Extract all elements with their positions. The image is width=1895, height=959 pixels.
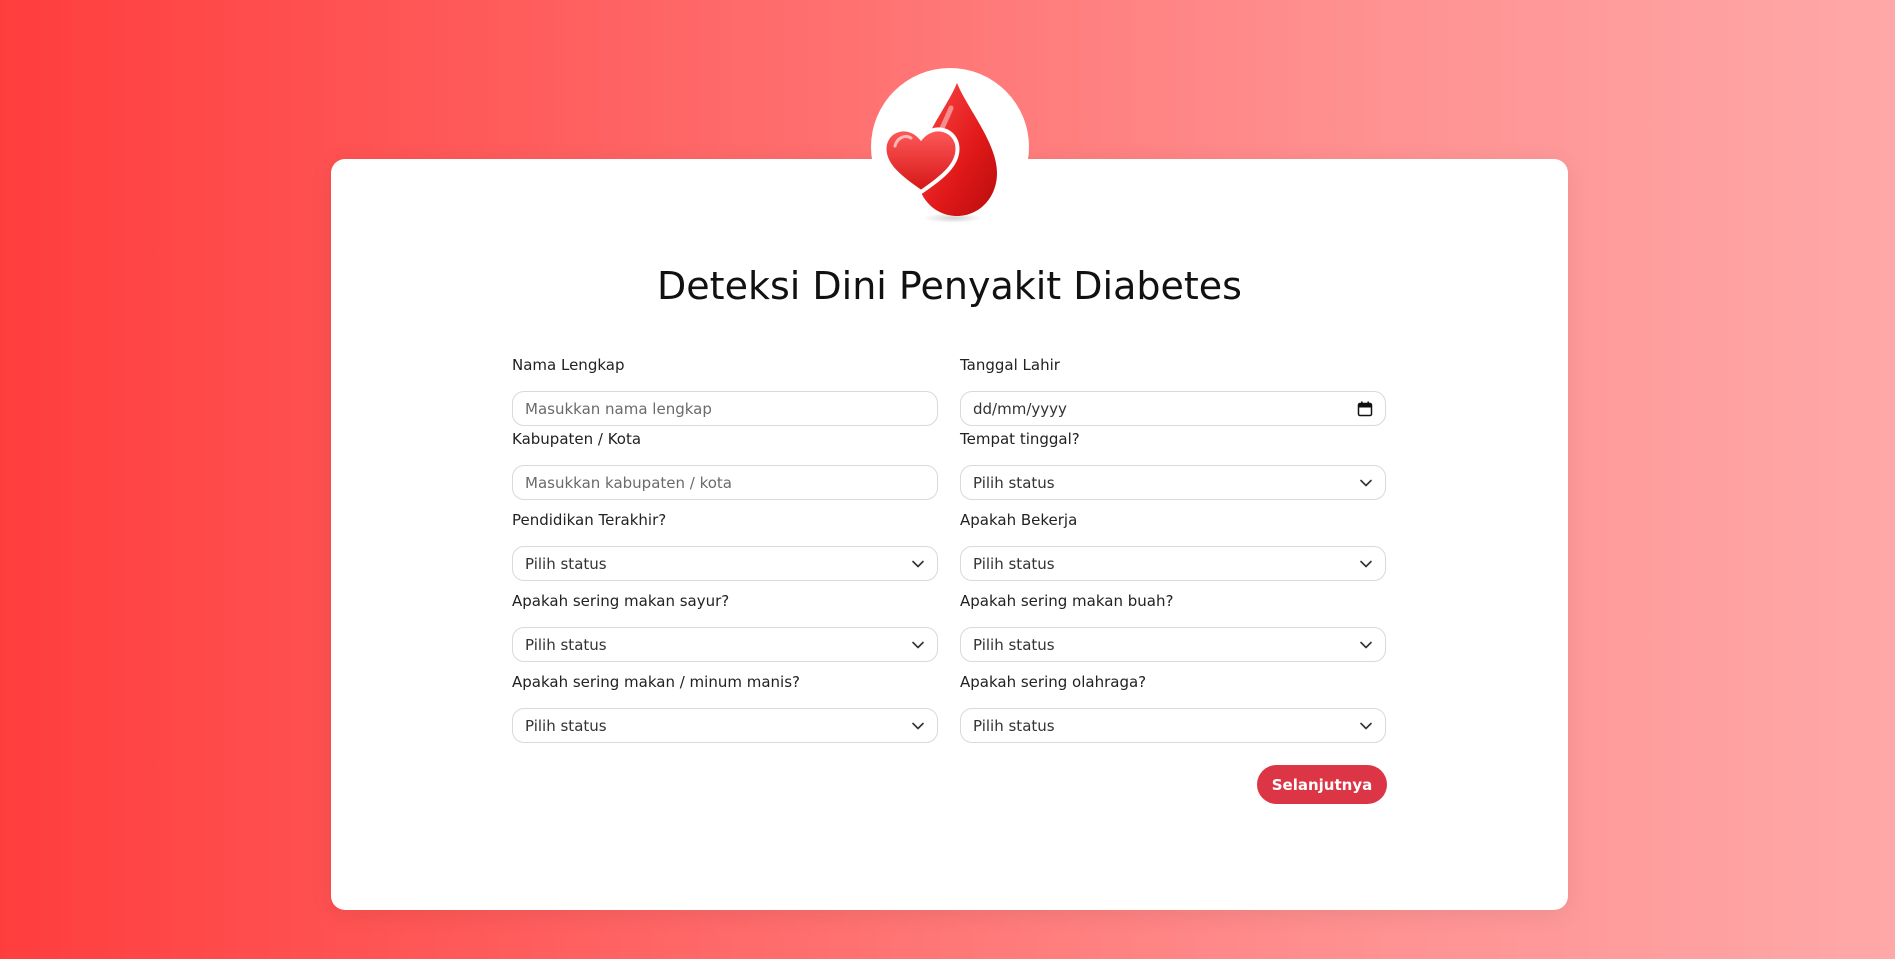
kabupaten-input[interactable] (525, 473, 925, 492)
select-value: Pilih status (973, 716, 1055, 735)
select-value: Pilih status (973, 473, 1055, 492)
blood-drop-heart-icon (882, 83, 997, 223)
field-label: Tanggal Lahir (960, 356, 1060, 374)
field-sayur: Apakah sering makan sayur? Pilih status (512, 591, 938, 662)
field-kabupaten-kota: Kabupaten / Kota (512, 429, 938, 500)
field-label: Tempat tinggal? (960, 430, 1080, 448)
tempat-tinggal-select[interactable]: Pilih status (960, 465, 1386, 500)
field-nama-lengkap: Nama Lengkap (512, 355, 938, 426)
field-olahraga: Apakah sering olahraga? Pilih status (960, 672, 1386, 743)
chevron-down-icon (1359, 638, 1373, 652)
field-pendidikan: Pendidikan Terakhir? Pilih status (512, 510, 938, 581)
field-tanggal-lahir: Tanggal Lahir dd/mm/yyyy (960, 355, 1386, 426)
field-label: Nama Lengkap (512, 356, 625, 374)
nama-lengkap-input-wrapper[interactable] (512, 391, 938, 426)
field-bekerja: Apakah Bekerja Pilih status (960, 510, 1386, 581)
calendar-icon[interactable] (1357, 401, 1373, 417)
select-value: Pilih status (973, 635, 1055, 654)
tanggal-lahir-input[interactable]: dd/mm/yyyy (960, 391, 1386, 426)
manis-select[interactable]: Pilih status (512, 708, 938, 743)
field-label: Apakah Bekerja (960, 511, 1078, 529)
bekerja-select[interactable]: Pilih status (960, 546, 1386, 581)
kabupaten-input-wrapper[interactable] (512, 465, 938, 500)
chevron-down-icon (1359, 476, 1373, 490)
olahraga-select[interactable]: Pilih status (960, 708, 1386, 743)
buah-select[interactable]: Pilih status (960, 627, 1386, 662)
select-value: Pilih status (525, 554, 607, 573)
field-label: Kabupaten / Kota (512, 430, 642, 448)
select-value: Pilih status (973, 554, 1055, 573)
select-value: Pilih status (525, 635, 607, 654)
chevron-down-icon (911, 557, 925, 571)
sayur-select[interactable]: Pilih status (512, 627, 938, 662)
field-label: Apakah sering makan buah? (960, 592, 1174, 610)
logo (871, 68, 1029, 226)
page-title: Deteksi Dini Penyakit Diabetes (657, 264, 1242, 308)
field-label: Apakah sering makan / minum manis? (512, 673, 800, 691)
chevron-down-icon (911, 638, 925, 652)
select-value: Pilih status (525, 716, 607, 735)
field-buah: Apakah sering makan buah? Pilih status (960, 591, 1386, 662)
pendidikan-select[interactable]: Pilih status (512, 546, 938, 581)
chevron-down-icon (911, 719, 925, 733)
field-label: Pendidikan Terakhir? (512, 511, 667, 529)
next-button[interactable]: Selanjutnya (1257, 765, 1387, 804)
date-placeholder: dd/mm/yyyy (973, 399, 1067, 418)
field-tempat-tinggal: Tempat tinggal? Pilih status (960, 429, 1386, 500)
field-manis: Apakah sering makan / minum manis? Pilih… (512, 672, 938, 743)
nama-lengkap-input[interactable] (525, 399, 925, 418)
chevron-down-icon (1359, 557, 1373, 571)
chevron-down-icon (1359, 719, 1373, 733)
field-label: Apakah sering olahraga? (960, 673, 1147, 691)
field-label: Apakah sering makan sayur? (512, 592, 730, 610)
